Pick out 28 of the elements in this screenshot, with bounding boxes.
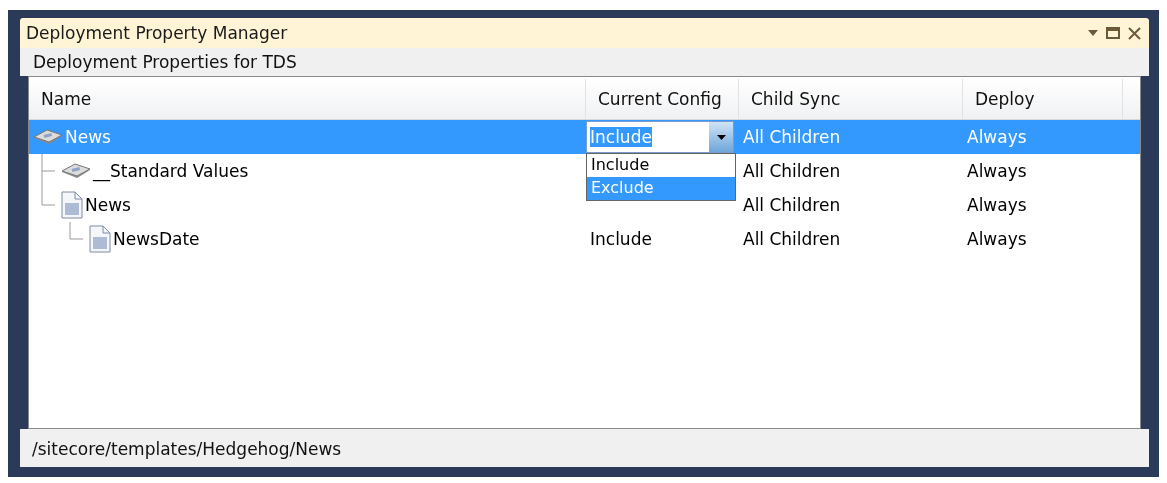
caret-icon: [716, 134, 726, 140]
close-icon[interactable]: [1128, 26, 1141, 40]
dropdown-button[interactable]: [709, 122, 733, 152]
status-bar: /sitecore/templates/Hedgehog/News: [20, 429, 1149, 467]
deploy-value: Always: [967, 229, 1027, 249]
document-icon: [61, 191, 83, 219]
column-header[interactable]: Current Config: [586, 79, 739, 119]
child-sync-value: All Children: [743, 229, 841, 249]
tree-connector: [69, 222, 83, 240]
template-icon: [61, 162, 91, 180]
column-header[interactable]: Child Sync: [739, 79, 963, 119]
template-icon: [33, 128, 63, 146]
dropdown-option[interactable]: Include: [587, 154, 735, 177]
child-sync-value: All Children: [743, 161, 841, 181]
deploy-value: Always: [967, 161, 1027, 181]
combo-value: Include: [590, 127, 652, 147]
child-sync-value: All Children: [743, 127, 841, 147]
column-header[interactable]: Deploy: [963, 79, 1123, 119]
maximize-icon[interactable]: [1106, 27, 1120, 39]
column-header[interactable]: Name: [29, 79, 586, 119]
item-name[interactable]: __Standard Values: [93, 161, 249, 181]
dropdown-arrow-icon[interactable]: [1088, 30, 1098, 36]
deploy-value: Always: [967, 127, 1027, 147]
window-title: Deployment Property Manager: [26, 23, 289, 43]
config-value: Include: [590, 229, 652, 249]
panel-heading: Deployment Properties for TDS: [20, 48, 1149, 76]
item-name[interactable]: NewsDate: [113, 229, 200, 249]
document-icon: [89, 225, 111, 253]
